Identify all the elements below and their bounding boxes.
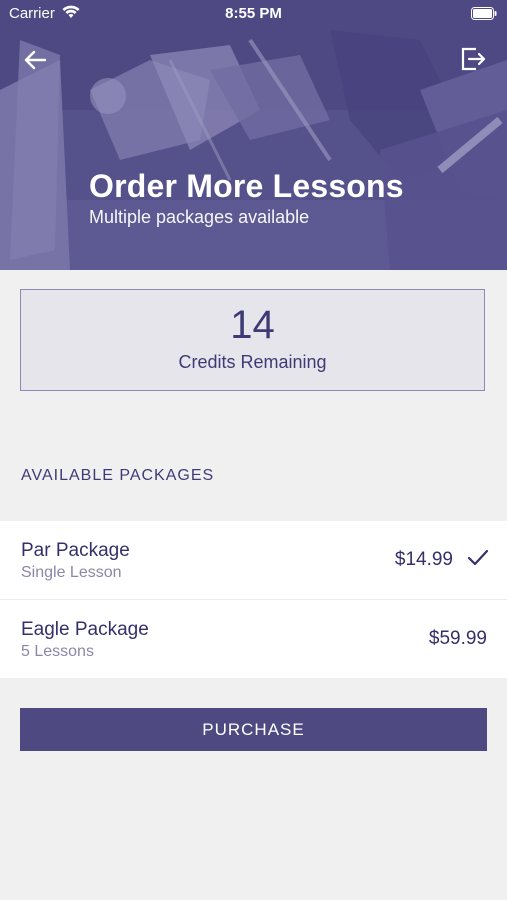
package-name: Eagle Package <box>21 619 149 640</box>
package-price: $59.99 <box>428 628 487 649</box>
header-banner: Carrier 8:55 PM Order More Lessons Multi… <box>0 0 507 270</box>
logout-icon <box>461 47 486 71</box>
package-name: Par Package <box>21 540 130 561</box>
page-subtitle: Multiple packages available <box>89 207 310 227</box>
package-detail: Single Lesson <box>21 564 122 581</box>
exit-button[interactable] <box>459 45 487 73</box>
header-tint-overlay <box>0 0 507 270</box>
credits-count: 14 <box>230 303 275 347</box>
package-list: Par Package Single Lesson $14.99 Eagle P… <box>0 521 507 678</box>
package-detail: 5 Lessons <box>21 643 94 660</box>
credits-card: 14 Credits Remaining <box>20 289 485 391</box>
page-title: Order More Lessons <box>89 168 404 204</box>
package-price: $14.99 <box>394 549 453 570</box>
purchase-button[interactable]: PURCHASE <box>20 708 487 751</box>
battery-icon <box>471 7 497 20</box>
checkmark-icon <box>467 549 489 566</box>
back-button[interactable] <box>20 45 50 75</box>
package-row-eagle[interactable]: Eagle Package 5 Lessons $59.99 <box>0 600 507 678</box>
package-row-par[interactable]: Par Package Single Lesson $14.99 <box>0 521 507 600</box>
credits-label: Credits Remaining <box>178 352 327 372</box>
packages-section-label: AVAILABLE PACKAGES <box>21 467 215 484</box>
status-bar: Carrier 8:55 PM <box>0 0 507 28</box>
status-time: 8:55 PM <box>225 5 282 22</box>
arrow-left-icon <box>24 50 47 70</box>
